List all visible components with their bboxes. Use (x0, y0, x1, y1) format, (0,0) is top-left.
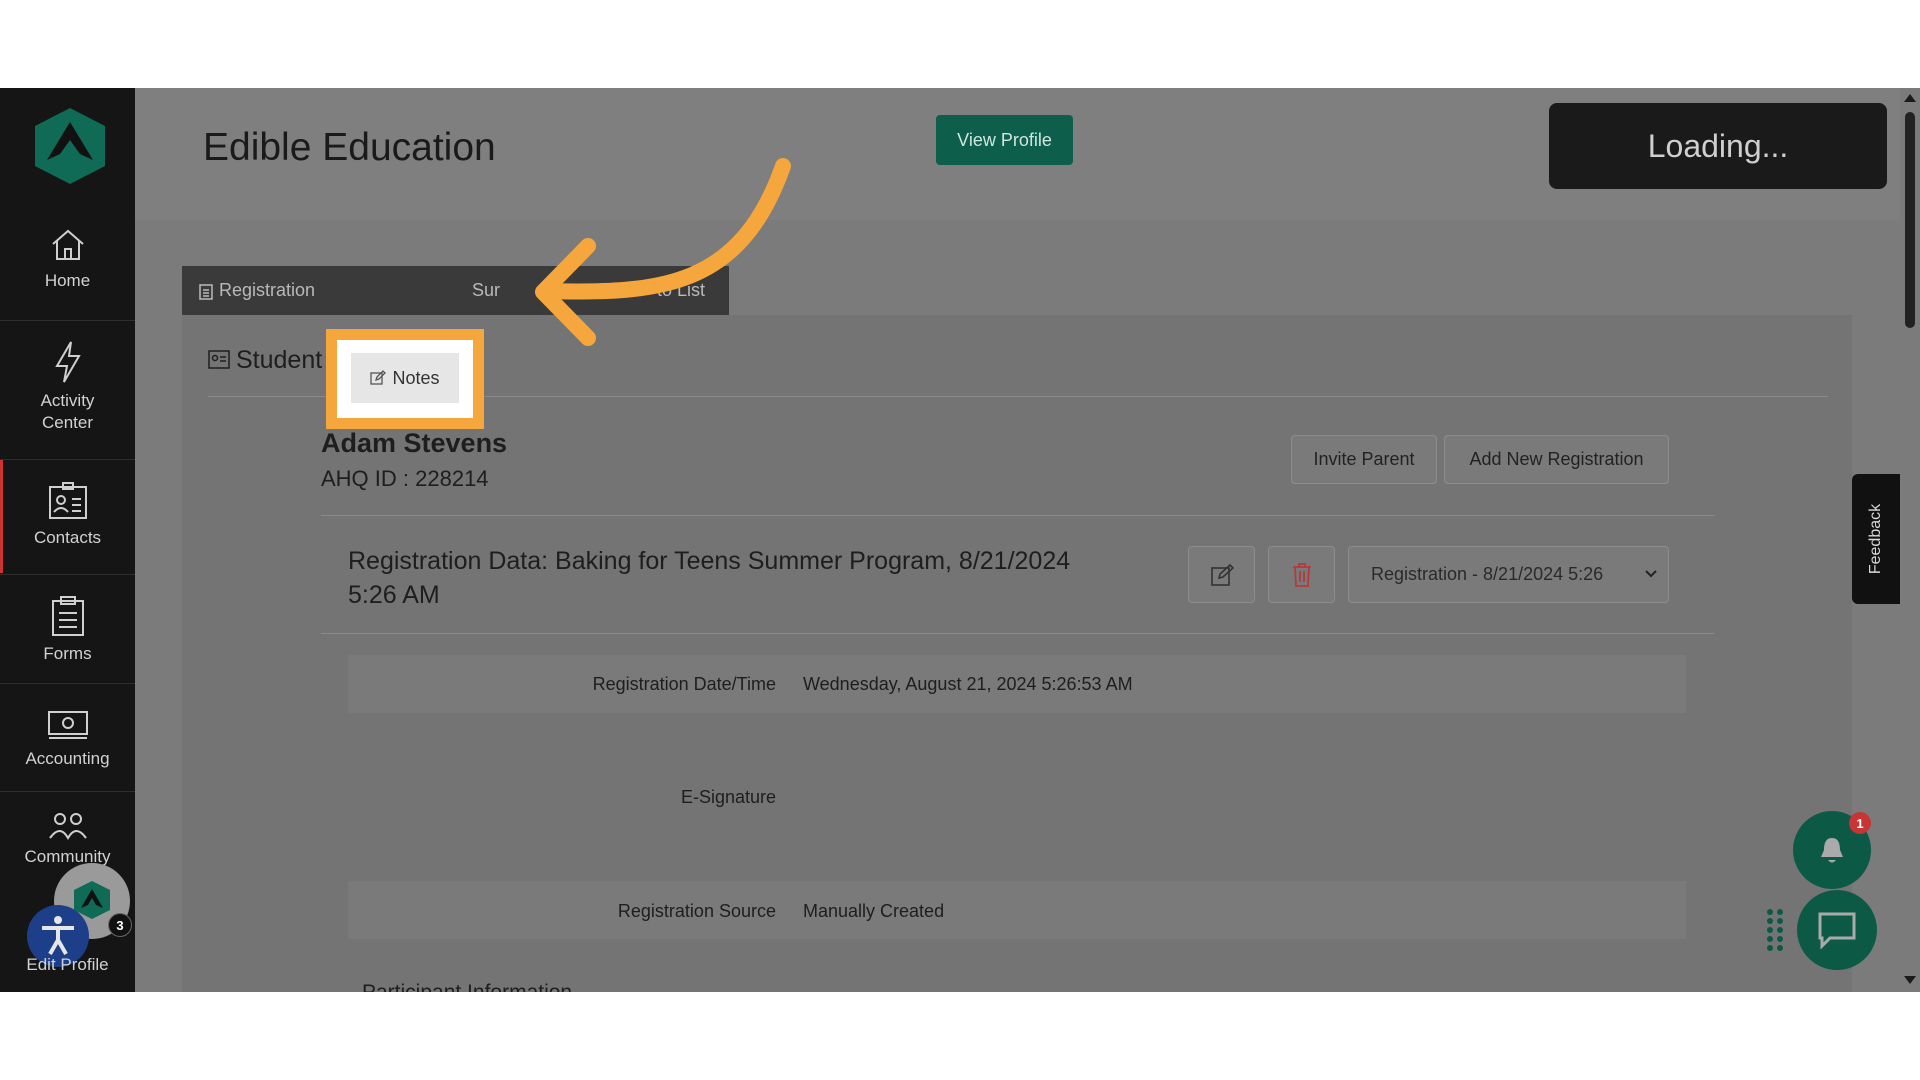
lightning-icon (54, 341, 81, 383)
sidebar-item-label: Contacts (33, 528, 102, 547)
tab-add-to-list[interactable]: to List (657, 266, 705, 315)
scroll-down-icon[interactable] (1900, 972, 1920, 988)
sidebar-item-label: Home (44, 271, 91, 290)
community-icon (48, 813, 87, 840)
sidebar-item-contacts[interactable]: Contacts (0, 481, 135, 549)
registration-heading-line: 5:26 AM (348, 581, 440, 609)
field-value: Manually Created (803, 901, 945, 921)
view-profile-button[interactable]: View Profile (936, 115, 1073, 165)
participant-information-heading: Participant Information (362, 981, 572, 992)
sidebar: Home Activity Center Contacts Forms Acco… (0, 88, 135, 992)
registration-select-value: Registration - 8/21/2024 5:26 (1371, 564, 1604, 584)
registration-select[interactable]: Registration - 8/21/2024 5:26 (1348, 546, 1669, 603)
app-logo-icon[interactable] (33, 106, 107, 186)
student-name: Adam Stevens (321, 428, 508, 458)
sidebar-item-accounting[interactable]: Accounting (0, 708, 135, 770)
sidebar-item-label: Accounting (25, 749, 110, 768)
divider (0, 459, 135, 460)
page-title: Edible Education (203, 126, 496, 169)
chat-button[interactable] (1797, 890, 1877, 970)
delete-registration-button[interactable] (1268, 546, 1335, 603)
edit-icon (370, 370, 387, 385)
registration-heading-line: Registration Data: Baking for Teens Summ… (348, 547, 1071, 575)
tab-notes[interactable]: Notes (351, 353, 459, 403)
tab-bar: Registration Sur to List (182, 266, 729, 315)
field-label: Registration Date/Time (592, 674, 776, 694)
sidebar-item-label: Activity Center (40, 391, 95, 432)
drag-handle-icon[interactable] (1765, 908, 1785, 952)
divider (321, 515, 1714, 516)
id-card-icon (208, 350, 230, 369)
add-new-registration-button[interactable]: Add New Registration (1444, 435, 1669, 484)
sidebar-item-home[interactable]: Home (0, 226, 135, 292)
divider (321, 633, 1714, 634)
contacts-icon (48, 482, 87, 519)
tab-label: Notes (392, 367, 440, 388)
chevron-down-icon (1645, 570, 1657, 578)
sidebar-item-label: Forms (43, 644, 92, 663)
tab-registration[interactable]: Registration (198, 266, 315, 315)
field-label: E-Signature (680, 787, 776, 807)
scroll-up-icon[interactable] (1900, 90, 1920, 106)
bell-icon (1821, 838, 1843, 863)
edit-registration-button[interactable] (1188, 546, 1255, 603)
divider (0, 574, 135, 575)
edit-profile-badge: 3 (108, 913, 132, 937)
divider (0, 683, 135, 684)
tab-label: Sur (472, 280, 501, 300)
edit-icon (1210, 563, 1234, 586)
scrollbar-thumb[interactable] (1905, 112, 1915, 328)
tab-label: to List (657, 280, 706, 300)
notification-count-badge: 1 (1849, 812, 1871, 834)
field-label: Registration Source (617, 901, 776, 921)
registration-heading: Registration Data: Baking for Teens Summ… (348, 544, 1070, 612)
sidebar-item-edit-profile[interactable]: Edit Profile (0, 954, 135, 976)
page-header: Edible Education View Profile Loading... (135, 88, 1900, 220)
clipboard-icon (199, 283, 213, 300)
app-window: Home Activity Center Contacts Forms Acco… (0, 88, 1920, 992)
clipboard-icon (51, 596, 84, 636)
sidebar-item-activity-center[interactable]: Activity Center (0, 340, 135, 434)
loading-toast: Loading... (1549, 103, 1887, 189)
feedback-label: Feedback (1867, 503, 1885, 575)
ahq-id: AHQ ID : 228214 (321, 466, 489, 491)
sidebar-item-label: Edit Profile (26, 955, 109, 974)
field-value: Wednesday, August 21, 2024 5:26:53 AM (803, 674, 1133, 694)
feedback-tab[interactable]: Feedback (1852, 474, 1900, 604)
trash-icon (1292, 562, 1311, 587)
tab-label: Registration (219, 280, 316, 300)
tab-survey[interactable]: Sur (472, 266, 500, 315)
scrollbar[interactable] (1900, 88, 1920, 992)
money-icon (47, 711, 88, 739)
invite-parent-button[interactable]: Invite Parent (1291, 435, 1437, 484)
sidebar-item-community[interactable]: Community (0, 810, 135, 868)
accessibility-icon (42, 916, 74, 955)
divider (0, 320, 135, 321)
sidebar-item-forms[interactable]: Forms (0, 595, 135, 665)
home-icon (51, 229, 84, 260)
divider (0, 791, 135, 792)
chat-icon (1818, 912, 1856, 950)
